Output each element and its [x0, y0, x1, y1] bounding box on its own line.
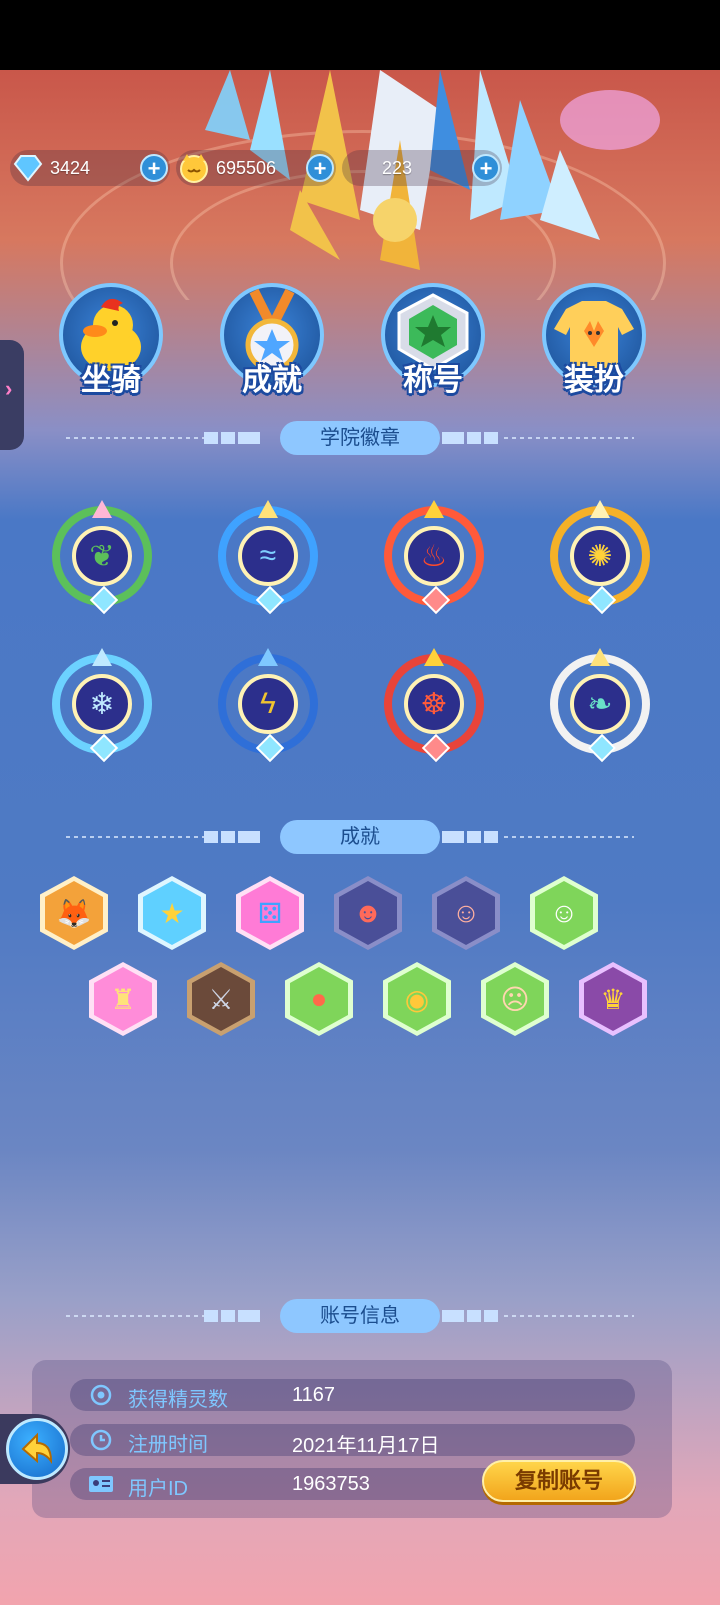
register-time-value: 2021年11月17日 — [292, 1435, 440, 1457]
king-icon: ♛ — [600, 983, 626, 1015]
achievement-king[interactable]: ♛ — [579, 962, 647, 1036]
back-arrow-icon — [6, 1418, 68, 1480]
badges-section-title: 学院徽章 — [280, 421, 440, 455]
badge-wave[interactable]: ≈ — [212, 500, 324, 615]
badge-sun[interactable]: ✺ — [544, 500, 656, 615]
account-row-spirits: 获得精灵数 1167 — [70, 1379, 635, 1411]
category-title-button[interactable]: 称号 — [378, 283, 488, 397]
rabbit-icon: ☺ — [549, 897, 579, 928]
spirits-value: 1167 — [292, 1384, 336, 1406]
coin-icon: ◉ — [404, 983, 430, 1015]
badge-leaf[interactable]: ❦ — [46, 500, 158, 615]
achievement-monster[interactable]: ☻ — [334, 876, 402, 950]
achievement-rabbit[interactable]: ☺ — [530, 876, 598, 950]
category-achievement-button[interactable]: 成就 — [217, 283, 327, 397]
category-title-label: 称号 — [403, 364, 463, 397]
chevron-right-icon: › — [5, 376, 13, 401]
badge-snow[interactable]: ❄ — [46, 648, 158, 763]
id-card-icon — [88, 1472, 114, 1496]
category-mount-label: 坐骑 — [81, 364, 141, 397]
add-diamond-button[interactable]: + — [140, 154, 168, 182]
achievements-section-title: 成就 — [280, 820, 440, 854]
blue-diamond-icon — [10, 150, 46, 186]
achievement-sword[interactable]: ⚔ — [187, 962, 255, 1036]
dice-icon: ⚄ — [257, 897, 283, 929]
fruits-icon: ● — [310, 983, 328, 1014]
cat-coin-icon — [176, 150, 212, 186]
clock-icon — [88, 1428, 114, 1452]
lightning-icon: ϟ — [260, 687, 276, 720]
currency-coin: 695506 + — [176, 150, 336, 186]
dragon-icon: ☸ — [420, 687, 448, 721]
user-id-value: 1963753 — [292, 1473, 370, 1495]
currency-third: 223 + — [342, 150, 502, 186]
account-row-register: 注册时间 2021年11月17日 — [70, 1424, 635, 1457]
account-section-header: 账号信息 — [0, 1299, 720, 1333]
badge-fire[interactable]: ♨ — [378, 500, 490, 615]
achievement-angry-face[interactable]: ☹ — [481, 962, 549, 1036]
fox-icon: 🦊 — [56, 897, 92, 929]
category-costume-label: 装扮 — [564, 364, 624, 397]
sword-icon: ⚔ — [208, 983, 234, 1015]
badge-lightning[interactable]: ϟ — [212, 648, 324, 763]
currency-diamond: 3424 + — [10, 150, 170, 186]
category-costume-button[interactable]: 装扮 — [539, 283, 649, 397]
third-count: 223 — [382, 157, 413, 178]
add-coin-button[interactable]: + — [306, 154, 334, 182]
wing-icon: ❧ — [587, 687, 613, 721]
badge-dragon[interactable]: ☸ — [378, 648, 490, 763]
diamond-count: 3424 — [50, 157, 91, 178]
user-id-label: 用户ID — [128, 1478, 188, 1500]
penguin-icon: ☺ — [451, 897, 481, 928]
wave-icon: ≈ — [259, 539, 277, 572]
achievement-castle[interactable]: ♜ — [89, 962, 157, 1036]
castle-icon: ♜ — [110, 983, 136, 1015]
achievement-dice[interactable]: ⚄ — [236, 876, 304, 950]
snowflake-icon: ❄ — [89, 687, 115, 721]
sun-icon: ✺ — [587, 539, 613, 573]
copy-account-button[interactable]: 复制账号 — [482, 1460, 636, 1502]
achievements-section-header: 成就 — [0, 820, 720, 854]
badges-section-header: 学院徽章 — [0, 421, 720, 455]
badge-wing[interactable]: ❧ — [544, 648, 656, 763]
achievement-fox[interactable]: 🦊 — [40, 876, 108, 950]
account-section-title: 账号信息 — [280, 1299, 440, 1333]
angry-face-icon: ☹ — [500, 983, 530, 1015]
add-third-button[interactable]: + — [472, 154, 500, 182]
spirits-label: 获得精灵数 — [128, 1389, 228, 1411]
leaf-icon: ❦ — [89, 539, 115, 573]
fire-icon: ♨ — [420, 539, 448, 573]
crystal-icon — [342, 150, 378, 186]
achievement-fruits[interactable]: ● — [285, 962, 353, 1036]
category-achievement-label: 成就 — [242, 364, 302, 397]
category-mount-button[interactable]: 坐骑 — [56, 283, 166, 397]
status-bar — [0, 0, 720, 70]
monster-icon: ☻ — [353, 897, 383, 928]
spirit-eye-icon — [88, 1383, 114, 1407]
back-button[interactable] — [0, 1414, 70, 1484]
register-time-label: 注册时间 — [128, 1434, 208, 1456]
coin-count: 695506 — [216, 157, 277, 178]
achievement-penguin[interactable]: ☺ — [432, 876, 500, 950]
achievement-star-wings[interactable]: ★ — [138, 876, 206, 950]
achievement-coin[interactable]: ◉ — [383, 962, 451, 1036]
star-wings-icon: ★ — [159, 897, 185, 929]
